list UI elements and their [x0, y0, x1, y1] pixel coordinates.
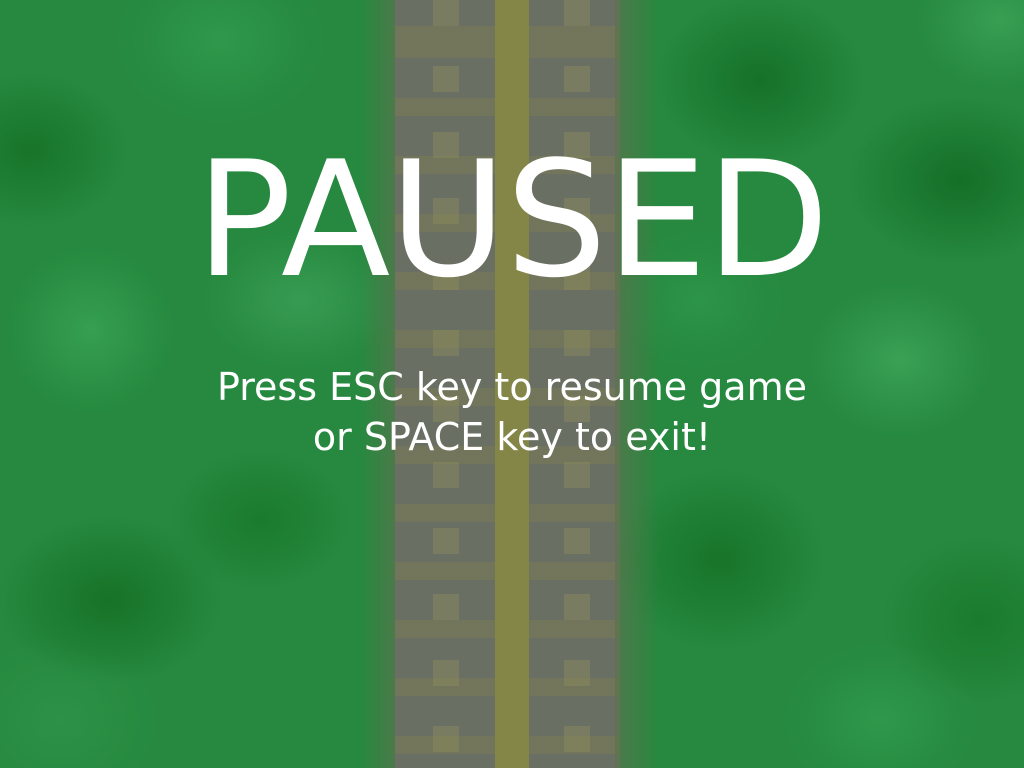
pause-instructions: Press ESC key to resume game or SPACE ke… [0, 362, 1024, 462]
paused-title: PAUSED [195, 126, 830, 313]
resume-instruction: Press ESC key to resume game [217, 365, 807, 409]
game-scene: PAUSED Press ESC key to resume game or S… [0, 0, 1024, 768]
exit-instruction: or SPACE key to exit! [312, 415, 712, 459]
